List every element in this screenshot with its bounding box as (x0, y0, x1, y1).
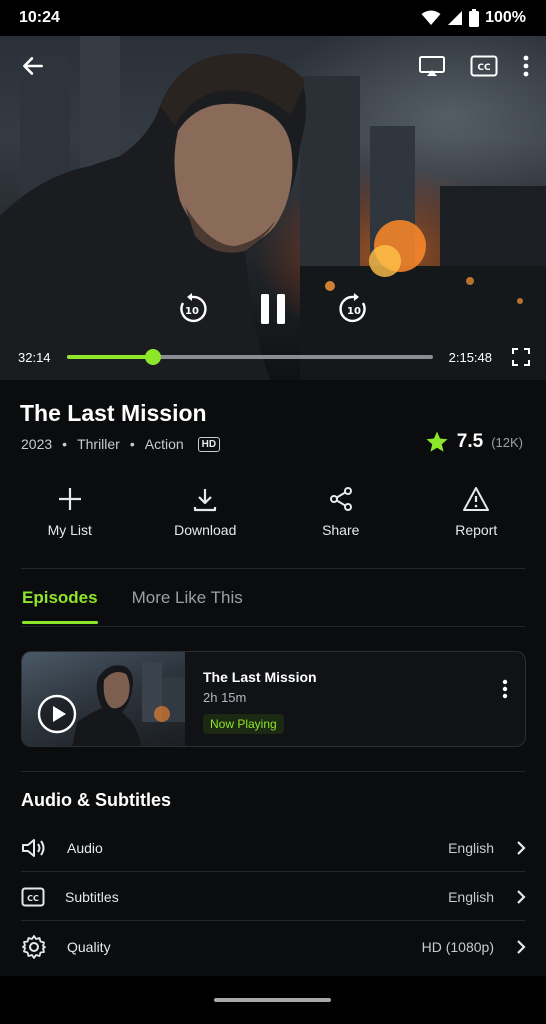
episode-card[interactable]: The Last Mission 2h 15m Now Playing (21, 651, 526, 747)
quality-row[interactable]: Quality HD (1080p) (21, 923, 526, 971)
audio-value: English (448, 840, 494, 856)
divider (21, 871, 525, 872)
audio-label: Audio (67, 840, 103, 856)
cc-icon-text: CC (27, 894, 39, 903)
chevron-right-icon (517, 940, 526, 954)
download-label: Download (174, 522, 237, 538)
download-button[interactable]: Download (155, 486, 255, 556)
forward-seconds: 10 (347, 306, 361, 317)
audio-subtitles-heading: Audio & Subtitles (21, 790, 171, 810)
cc-icon: CC (21, 887, 57, 907)
rating-count: (12K) (491, 434, 523, 450)
share-button[interactable]: Share (291, 486, 391, 556)
progress-row: 32:14 2:15:48 (0, 342, 546, 372)
genre-1: Thriller (77, 436, 120, 452)
quality-label: Quality (67, 939, 111, 955)
player-center-controls: 10 10 (0, 292, 546, 326)
chevron-right-icon (517, 841, 526, 855)
home-indicator[interactable] (214, 998, 331, 1002)
player-top-controls: CC (0, 36, 546, 96)
subtitles-value: English (448, 889, 494, 905)
report-button[interactable]: Report (426, 486, 526, 556)
rewind-10-icon[interactable]: 10 (175, 292, 209, 326)
warning-icon (463, 487, 490, 511)
now-playing-badge: Now Playing (203, 714, 284, 734)
cast-icon[interactable] (418, 54, 446, 78)
my-list-button[interactable]: My List (20, 486, 120, 556)
meta-separator: • (62, 436, 68, 452)
back-arrow-icon[interactable] (20, 53, 46, 79)
tab-bar: Episodes More Like This (22, 588, 243, 624)
more-vertical-icon[interactable] (522, 54, 530, 78)
star-icon (426, 431, 448, 452)
speaker-icon (21, 837, 57, 859)
rating: 7.5 (12K) (425, 430, 523, 454)
rating-value: 7.5 (456, 431, 484, 452)
battery-percent: 100% (485, 9, 526, 26)
audio-row[interactable]: Audio English (21, 824, 526, 872)
movie-meta: 2023 • Thriller • Action HD (21, 436, 221, 452)
cc-text: CC (477, 63, 491, 73)
rewind-seconds: 10 (185, 306, 199, 317)
signal-icon (448, 11, 463, 25)
fullscreen-icon[interactable] (512, 348, 530, 366)
plus-icon (58, 488, 81, 510)
progress-bar[interactable] (66, 349, 433, 365)
genre-2: Action (144, 436, 184, 452)
status-icons: 100% (421, 9, 526, 27)
divider (21, 920, 525, 921)
closed-captions-icon[interactable]: CC (470, 55, 498, 77)
action-row: My List Download Share Report (0, 486, 546, 556)
forward-10-icon[interactable]: 10 (337, 292, 371, 326)
divider (21, 568, 525, 569)
share-label: Share (322, 522, 360, 538)
episode-title: The Last Mission (203, 669, 317, 685)
movie-year: 2023 (21, 436, 53, 452)
wifi-icon (421, 10, 441, 25)
battery-icon (469, 9, 480, 27)
download-icon (194, 489, 217, 512)
tab-more-like-this[interactable]: More Like This (132, 588, 243, 622)
progress-fill (66, 355, 154, 359)
status-bar: 10:24 100% (0, 0, 546, 36)
share-icon (329, 487, 352, 511)
total-duration: 2:15:48 (448, 349, 492, 365)
pause-icon[interactable] (259, 292, 287, 326)
episode-more-icon[interactable] (501, 678, 509, 705)
video-player[interactable]: CC 10 10 32:14 2:15:48 (0, 36, 546, 380)
report-label: Report (455, 522, 498, 538)
hd-badge: HD (197, 436, 221, 452)
movie-title: The Last Mission (20, 400, 207, 426)
divider (21, 771, 525, 772)
subtitles-row[interactable]: CC Subtitles English (21, 873, 526, 921)
play-circle-icon[interactable] (37, 694, 77, 734)
subtitles-label: Subtitles (65, 889, 119, 905)
meta-separator: • (129, 436, 135, 452)
my-list-label: My List (47, 522, 92, 538)
tab-episodes[interactable]: Episodes (22, 588, 98, 624)
gear-icon (21, 934, 57, 960)
divider (21, 626, 525, 627)
progress-thumb[interactable] (145, 349, 162, 365)
episode-duration: 2h 15m (203, 690, 247, 705)
elapsed-time: 32:14 (18, 349, 51, 365)
status-time: 10:24 (19, 9, 60, 26)
chevron-right-icon (517, 890, 526, 904)
quality-value: HD (1080p) (421, 939, 494, 955)
episode-thumbnail[interactable] (22, 652, 185, 746)
